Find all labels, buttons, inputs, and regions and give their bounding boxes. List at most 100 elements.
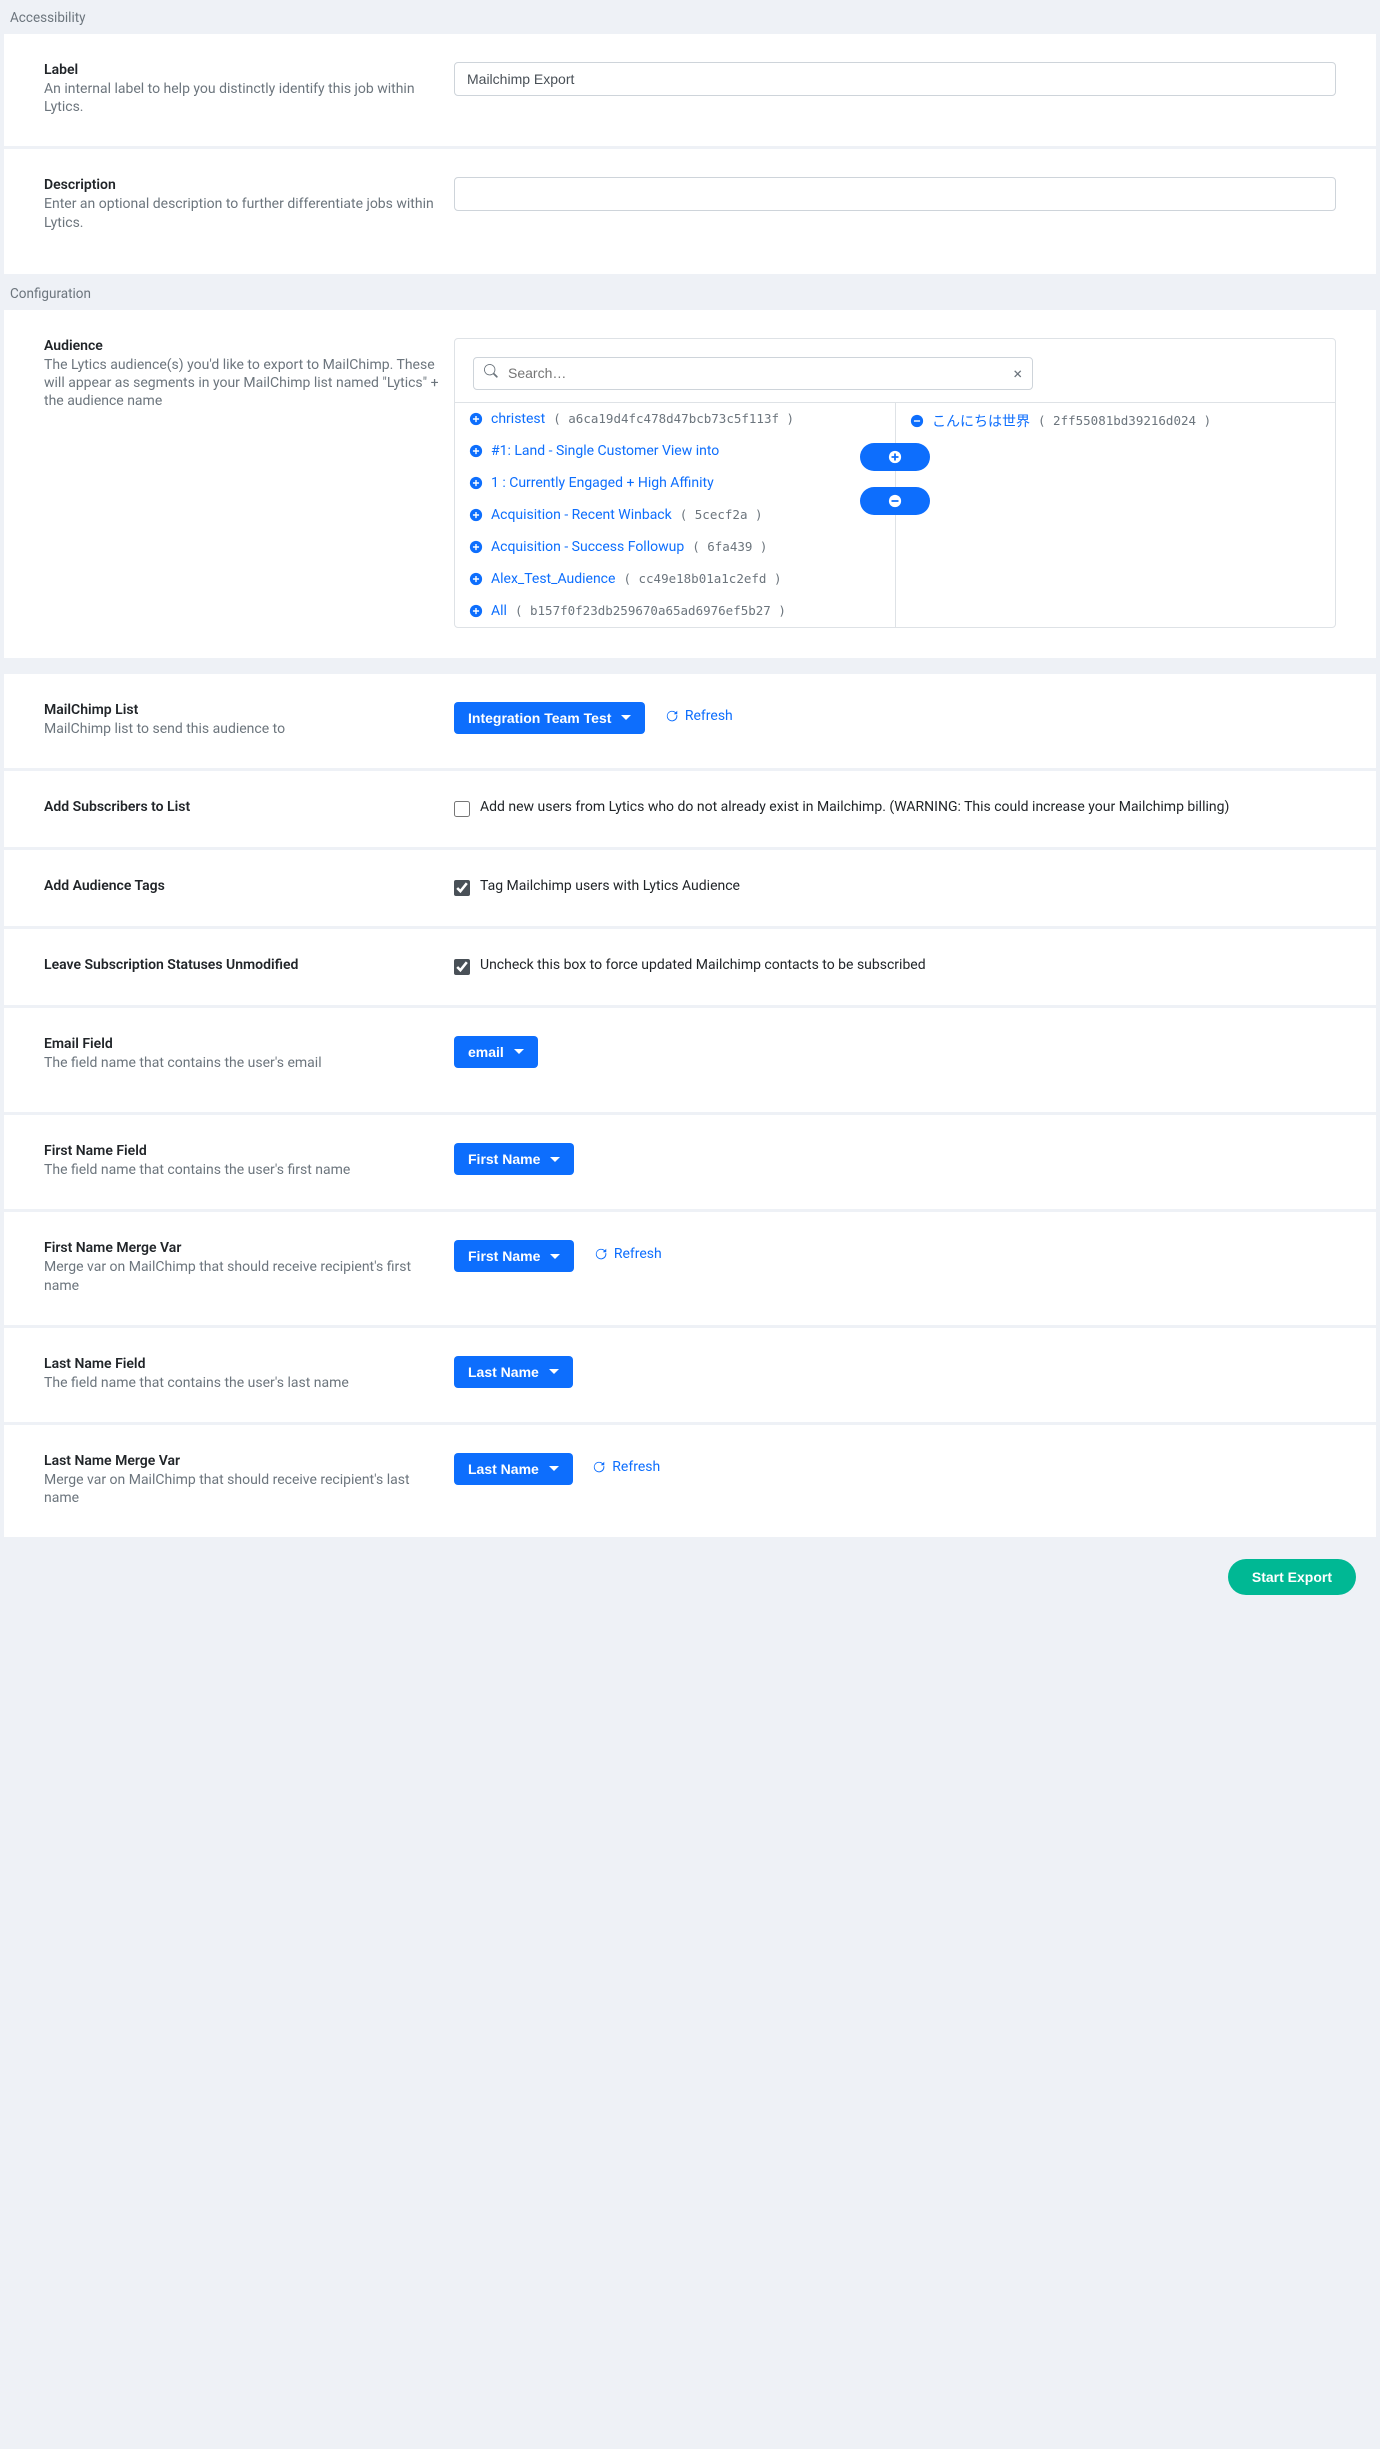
add-tags-checkbox[interactable] [454, 880, 470, 896]
audience-available-item[interactable]: christest ( a6ca19d4fc478d47bcb73c5f113f… [455, 403, 895, 435]
first-name-merge-select[interactable]: First Name [454, 1240, 574, 1272]
leave-status-title: Leave Subscription Statuses Unmodified [44, 957, 444, 973]
leave-status-check[interactable]: Uncheck this box to force updated Mailch… [454, 957, 1336, 975]
first-name-field-row: First Name Field The field name that con… [4, 1114, 1376, 1209]
last-name-field-select[interactable]: Last Name [454, 1356, 573, 1388]
mailchimp-list-help: MailChimp list to send this audience to [44, 720, 444, 738]
audience-available-item[interactable]: #1: Land - Single Customer View into [455, 435, 895, 467]
audience-selected-list: こんにちは世界 ( 2ff55081bd39216d024 ) [895, 403, 1335, 627]
label-input[interactable] [454, 62, 1336, 96]
last-name-merge-title: Last Name Merge Var [44, 1453, 444, 1469]
refresh-icon [594, 1247, 608, 1261]
first-name-merge-row: First Name Merge Var Merge var on MailCh… [4, 1211, 1376, 1324]
audience-item-name: #1: Land - Single Customer View into [491, 443, 719, 459]
mailchimp-list-value: Integration Team Test [468, 710, 611, 726]
audience-item-hash: ( 6fa439 ) [692, 539, 767, 554]
audience-item-hash: ( cc49e18b01a1c2efd ) [623, 571, 781, 586]
last-name-merge-row: Last Name Merge Var Merge var on MailChi… [4, 1424, 1376, 1537]
email-field-value: email [468, 1044, 504, 1060]
last-name-merge-refresh[interactable]: Refresh [592, 1459, 660, 1475]
add-subscribers-row: Add Subscribers to List Add new users fr… [4, 770, 1376, 847]
last-name-merge-select[interactable]: Last Name [454, 1453, 573, 1485]
mailchimp-list-title: MailChimp List [44, 702, 444, 718]
audience-available-item[interactable]: Alex_Test_Audience ( cc49e18b01a1c2efd ) [455, 563, 895, 595]
audience-available-item[interactable]: All ( b157f0f23db259670a65ad6976ef5b27 ) [455, 595, 895, 627]
chevron-down-icon [514, 1049, 524, 1054]
audience-picker: × christest ( a6ca19d4fc478d47bcb73c5f11… [454, 338, 1336, 628]
footer: Start Export [0, 1539, 1380, 1619]
first-name-field-title: First Name Field [44, 1143, 444, 1159]
add-subscribers-title: Add Subscribers to List [44, 799, 444, 815]
audience-item-name: Acquisition - Success Followup [491, 539, 684, 555]
section-header-configuration: Configuration [0, 276, 1380, 310]
clear-search-icon[interactable]: × [1013, 364, 1022, 383]
audience-help: The Lytics audience(s) you'd like to exp… [44, 356, 444, 411]
add-audience-button[interactable] [860, 443, 930, 471]
start-export-button[interactable]: Start Export [1228, 1559, 1356, 1595]
first-name-merge-help: Merge var on MailChimp that should recei… [44, 1258, 444, 1294]
mailchimp-list-select[interactable]: Integration Team Test [454, 702, 645, 734]
last-name-merge-value: Last Name [468, 1461, 539, 1477]
add-tags-row: Add Audience Tags Tag Mailchimp users wi… [4, 849, 1376, 926]
audience-item-name: こんにちは世界 [932, 411, 1030, 431]
leave-status-text: Uncheck this box to force updated Mailch… [480, 957, 926, 973]
leave-status-row: Leave Subscription Statuses Unmodified U… [4, 928, 1376, 1005]
audience-row: Audience The Lytics audience(s) you'd li… [4, 310, 1376, 658]
first-name-field-help: The field name that contains the user's … [44, 1161, 444, 1179]
audience-selected-item[interactable]: こんにちは世界 ( 2ff55081bd39216d024 ) [896, 403, 1335, 439]
label-help: An internal label to help you distinctly… [44, 80, 444, 116]
description-input[interactable] [454, 177, 1336, 211]
chevron-down-icon [549, 1369, 559, 1374]
last-name-field-title: Last Name Field [44, 1356, 444, 1372]
refresh-icon [592, 1460, 606, 1474]
email-field-select[interactable]: email [454, 1036, 538, 1068]
remove-audience-button[interactable] [860, 487, 930, 515]
first-name-merge-value: First Name [468, 1248, 540, 1264]
chevron-down-icon [550, 1157, 560, 1162]
chevron-down-icon [621, 715, 631, 720]
add-tags-title: Add Audience Tags [44, 878, 444, 894]
section-header-accessibility: Accessibility [0, 0, 1380, 34]
audience-item-name: All [491, 603, 507, 619]
audience-item-name: 1 : Currently Engaged + High Affinity [491, 475, 714, 491]
description-title: Description [44, 177, 444, 193]
label-row: Label An internal label to help you dist… [4, 34, 1376, 146]
audience-available-item[interactable]: Acquisition - Recent Winback ( 5cecf2a ) [455, 499, 895, 531]
audience-search[interactable]: × [473, 357, 1033, 390]
description-help: Enter an optional description to further… [44, 195, 444, 231]
audience-item-name: Alex_Test_Audience [491, 571, 615, 587]
audience-search-input[interactable] [508, 365, 1003, 381]
mailchimp-list-row: MailChimp List MailChimp list to send th… [4, 674, 1376, 768]
add-subscribers-check[interactable]: Add new users from Lytics who do not alr… [454, 799, 1336, 817]
last-name-field-value: Last Name [468, 1364, 539, 1380]
description-row: Description Enter an optional descriptio… [4, 148, 1376, 273]
search-icon [484, 364, 498, 382]
audience-transfer-controls [860, 443, 930, 515]
add-subscribers-checkbox[interactable] [454, 801, 470, 817]
audience-available-item[interactable]: 1 : Currently Engaged + High Affinity [455, 467, 895, 499]
audience-item-hash: ( a6ca19d4fc478d47bcb73c5f113f ) [553, 411, 794, 426]
last-name-field-row: Last Name Field The field name that cont… [4, 1327, 1376, 1422]
audience-item-hash: ( b157f0f23db259670a65ad6976ef5b27 ) [515, 603, 786, 618]
email-field-help: The field name that contains the user's … [44, 1054, 444, 1072]
add-tags-text: Tag Mailchimp users with Lytics Audience [480, 878, 740, 894]
leave-status-checkbox[interactable] [454, 959, 470, 975]
last-name-merge-help: Merge var on MailChimp that should recei… [44, 1471, 444, 1507]
audience-available-list: christest ( a6ca19d4fc478d47bcb73c5f113f… [455, 403, 895, 627]
mailchimp-list-refresh[interactable]: Refresh [665, 708, 733, 724]
audience-available-item[interactable]: Acquisition - Success Followup ( 6fa439 … [455, 531, 895, 563]
first-name-merge-refresh[interactable]: Refresh [594, 1246, 662, 1262]
label-title: Label [44, 62, 444, 78]
chevron-down-icon [549, 1466, 559, 1471]
refresh-icon [665, 709, 679, 723]
first-name-field-value: First Name [468, 1151, 540, 1167]
add-tags-check[interactable]: Tag Mailchimp users with Lytics Audience [454, 878, 1336, 896]
email-field-row: Email Field The field name that contains… [4, 1007, 1376, 1112]
chevron-down-icon [550, 1254, 560, 1259]
audience-item-name: Acquisition - Recent Winback [491, 507, 672, 523]
first-name-merge-title: First Name Merge Var [44, 1240, 444, 1256]
email-field-title: Email Field [44, 1036, 444, 1052]
first-name-field-select[interactable]: First Name [454, 1143, 574, 1175]
audience-item-name: christest [491, 411, 545, 427]
audience-item-hash: ( 2ff55081bd39216d024 ) [1038, 413, 1211, 428]
